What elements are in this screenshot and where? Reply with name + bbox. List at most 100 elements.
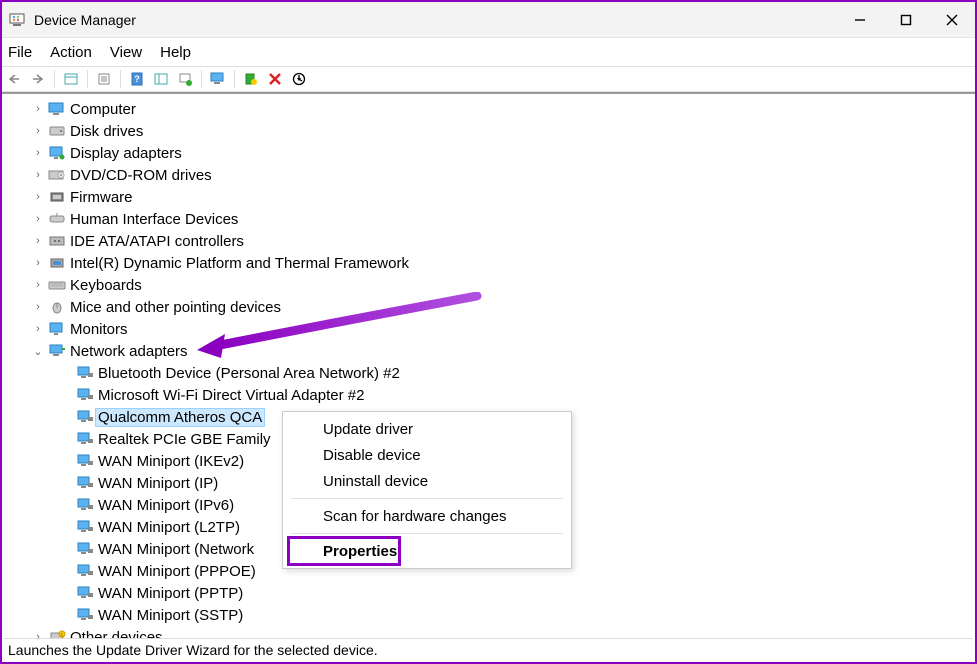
maximize-button[interactable] [883,2,929,38]
tree-label: WAN Miniport (SSTP) [98,607,243,624]
menu-action[interactable]: Action [50,44,92,61]
tree-category-intel[interactable]: › Intel(R) Dynamic Platform and Thermal F… [2,252,975,274]
tree-category-disk[interactable]: › Disk drives [2,120,975,142]
context-menu-item[interactable]: Properties [283,538,571,564]
expander-icon[interactable]: › [30,235,46,247]
expander-icon[interactable]: › [30,125,46,137]
tree-label: Keyboards [70,277,142,294]
netadapter-icon [76,497,94,513]
menu-file[interactable]: File [8,44,32,61]
minimize-button[interactable] [837,2,883,38]
context-menu: Update driverDisable deviceUninstall dev… [282,411,572,569]
toolbar-uninstall-icon[interactable] [265,69,285,89]
toolbar-properties-icon[interactable] [94,69,114,89]
network-icon [48,343,66,359]
toolbar: ? [2,66,975,92]
toolbar-forward-icon[interactable] [28,69,48,89]
keyboard-icon [48,277,66,293]
context-menu-separator [291,533,563,534]
ide-icon [48,233,66,249]
expander-icon[interactable]: › [30,631,46,638]
menu-help[interactable]: Help [160,44,191,61]
netadapter-icon [76,365,94,381]
tree-label: Monitors [70,321,128,338]
display-icon [48,145,66,161]
tree-device[interactable]: WAN Miniport (PPTP) [2,582,975,604]
tree-category-firmware[interactable]: ›Firmware [2,186,975,208]
tree-device[interactable]: Bluetooth Device (Personal Area Network)… [2,362,975,384]
tree-label: Qualcomm Atheros QCA [95,408,265,427]
netadapter-icon [76,475,94,491]
window-controls [837,2,975,38]
tree-category-computer[interactable]: › Computer [2,98,975,120]
expander-icon[interactable]: › [30,169,46,181]
svg-text:?: ? [134,74,140,84]
statusbar: Launches the Update Driver Wizard for th… [4,638,973,660]
tree-category-other[interactable]: ›!Other devices [2,626,975,638]
tree-category-network[interactable]: ⌄ Network adapters [2,340,975,362]
tree-label: Mice and other pointing devices [70,299,281,316]
tree-label: Display adapters [70,145,182,162]
tree-label: WAN Miniport (PPTP) [98,585,243,602]
tree-label: Network adapters [70,343,188,360]
context-menu-item[interactable]: Uninstall device [283,468,571,494]
menubar: File Action View Help [2,38,975,66]
toolbar-monitor-icon[interactable] [208,69,228,89]
netadapter-icon [76,409,94,425]
dvd-icon [48,167,66,183]
close-button[interactable] [929,2,975,38]
tree-category-dvd[interactable]: ›DVD/CD-ROM drives [2,164,975,186]
menu-view[interactable]: View [110,44,142,61]
netadapter-icon [76,563,94,579]
expander-icon[interactable]: › [30,147,46,159]
expander-icon[interactable]: › [30,191,46,203]
intel-icon [48,255,66,271]
toolbar-scan-icon[interactable] [151,69,171,89]
monitor-icon [48,321,66,337]
expander-icon[interactable]: ⌄ [30,345,46,358]
tree-category-hid[interactable]: › Human Interface Devices [2,208,975,230]
tree-device[interactable]: WAN Miniport (SSTP) [2,604,975,626]
tree-label: IDE ATA/ATAPI controllers [70,233,244,250]
tree-label: WAN Miniport (Network [98,541,254,558]
context-menu-item[interactable]: Update driver [283,416,571,442]
tree-category-mouse[interactable]: › Mice and other pointing devices [2,296,975,318]
tree-label: Microsoft Wi-Fi Direct Virtual Adapter #… [98,387,364,404]
netadapter-icon [76,519,94,535]
context-menu-item[interactable]: Disable device [283,442,571,468]
tree-category-monitor[interactable]: › Monitors [2,318,975,340]
toolbar-view-icon[interactable] [61,69,81,89]
computer-icon [48,101,66,117]
expander-icon[interactable]: › [30,213,46,225]
expander-icon[interactable]: › [30,301,46,313]
expander-icon[interactable]: › [30,103,46,115]
expander-icon[interactable]: › [30,257,46,269]
tree-category-ide[interactable]: › IDE ATA/ATAPI controllers [2,230,975,252]
tree-label: Human Interface Devices [70,211,238,228]
tree-device[interactable]: Microsoft Wi-Fi Direct Virtual Adapter #… [2,384,975,406]
expander-icon[interactable]: › [30,323,46,335]
toolbar-update-icon[interactable] [175,69,195,89]
tree-label: Bluetooth Device (Personal Area Network)… [98,365,400,382]
toolbar-disable-icon[interactable] [289,69,309,89]
status-text: Launches the Update Driver Wizard for th… [8,642,378,658]
tree-category-keyboard[interactable]: › Keyboards [2,274,975,296]
titlebar: Device Manager [2,2,975,38]
toolbar-add-icon[interactable] [241,69,261,89]
tree-label: Disk drives [70,123,143,140]
mouse-icon [48,299,66,315]
tree-label: Computer [70,101,136,118]
window-title: Device Manager [34,12,837,28]
other-icon: ! [48,629,66,638]
expander-icon[interactable]: › [30,279,46,291]
toolbar-back-icon[interactable] [4,69,24,89]
tree-label: WAN Miniport (IKEv2) [98,453,244,470]
tree-label: WAN Miniport (IPv6) [98,497,234,514]
toolbar-help-icon[interactable]: ? [127,69,147,89]
tree-category-display[interactable]: › Display adapters [2,142,975,164]
netadapter-icon [76,607,94,623]
context-menu-item[interactable]: Scan for hardware changes [283,503,571,529]
firmware-icon [48,189,66,205]
tree-label: Intel(R) Dynamic Platform and Thermal Fr… [70,255,409,272]
netadapter-icon [76,541,94,557]
